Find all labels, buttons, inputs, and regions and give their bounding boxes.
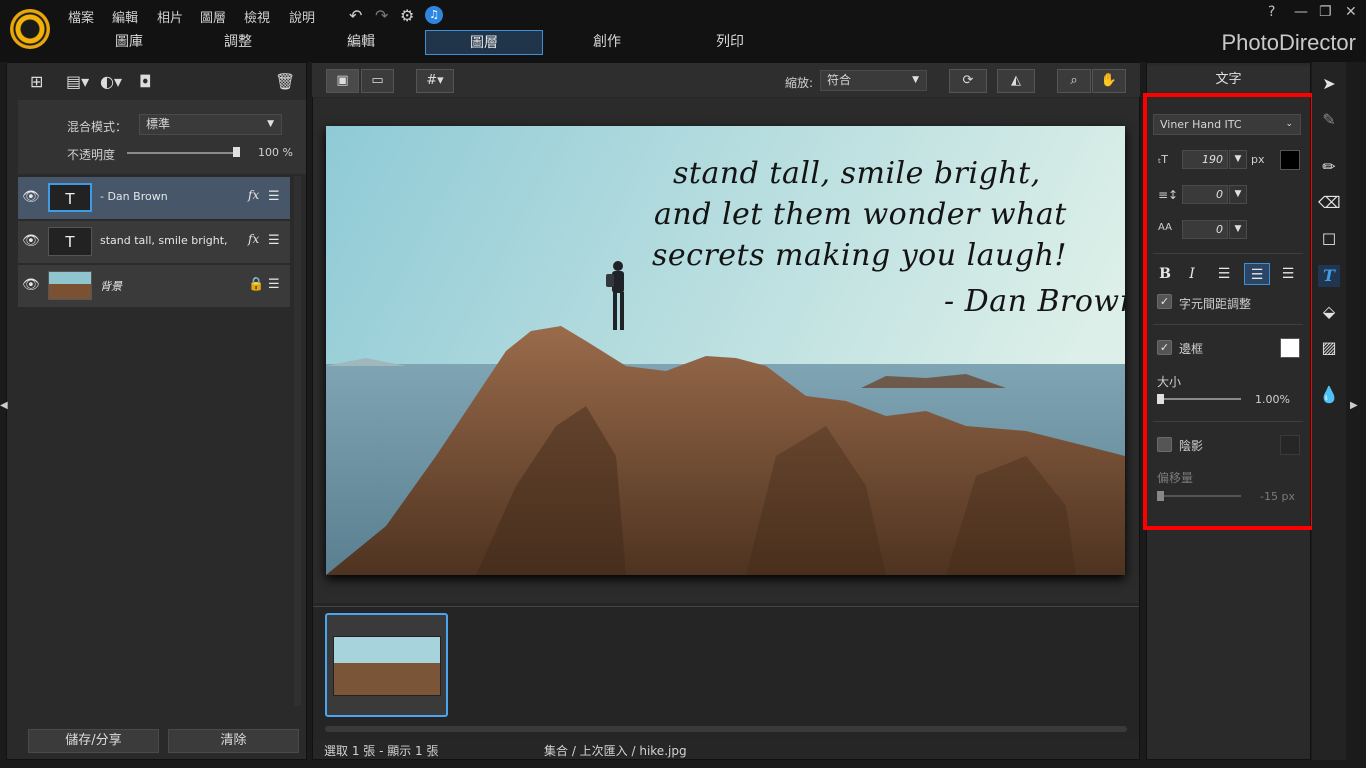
blur-drop-icon[interactable]: 💧 xyxy=(1318,384,1340,406)
help-icon[interactable]: ? xyxy=(1268,4,1275,20)
layer-thumbnail: T xyxy=(48,183,92,212)
add-layer-icon[interactable]: ⊞ xyxy=(30,72,43,91)
zoom-value: 符合 xyxy=(827,73,852,87)
flip-icon[interactable]: ◭ xyxy=(997,69,1035,93)
thumbnail-image xyxy=(333,636,441,696)
highlight-box xyxy=(1143,93,1315,530)
collapse-left-icon[interactable]: ◀ xyxy=(0,400,8,420)
paint-bucket-icon[interactable]: ⬙ xyxy=(1318,301,1340,323)
layer-row-dan-brown[interactable]: 👁 T - Dan Brown fx ☰ xyxy=(18,177,290,219)
quote-line-2: and let them wonder what xyxy=(654,197,1067,232)
opacity-slider[interactable] xyxy=(127,152,237,154)
filmstrip-thumbnail[interactable] xyxy=(325,613,448,717)
quote-line-3: secrets making you laugh! xyxy=(652,238,1067,273)
zoom-tool-icon[interactable]: ⌕ xyxy=(1057,69,1091,93)
menu-layer[interactable]: 圖層 xyxy=(200,7,226,26)
app-logo-icon xyxy=(10,9,50,49)
fx-icon[interactable]: fx xyxy=(248,232,259,246)
fx-icon[interactable]: fx xyxy=(248,188,259,202)
blend-settings xyxy=(18,100,306,174)
filmstrip-scrollbar[interactable] xyxy=(325,726,1127,732)
opacity-slider-knob[interactable] xyxy=(233,147,240,157)
undo-icon[interactable]: ↶ xyxy=(349,6,362,25)
layer-name: stand tall, smile bright, xyxy=(100,234,228,247)
layers-toolbar: ⊞ ▤▾ ◐▾ ◘ 🗑 xyxy=(18,66,306,98)
close-icon[interactable]: ✕ xyxy=(1345,4,1357,20)
single-view-icon[interactable]: ▣ xyxy=(326,69,359,93)
tab-print[interactable]: 列印 xyxy=(671,30,789,55)
settings-gear-icon[interactable]: ⚙ xyxy=(400,6,414,25)
visibility-eye-icon[interactable]: 👁 xyxy=(22,189,40,205)
restore-icon[interactable]: ❐ xyxy=(1319,4,1332,20)
save-share-button[interactable]: 儲存/分享 xyxy=(28,729,159,753)
menu-view[interactable]: 檢視 xyxy=(244,7,270,26)
visibility-eye-icon[interactable]: 👁 xyxy=(22,277,40,293)
hike-photo xyxy=(326,126,1125,575)
clear-button[interactable]: 清除 xyxy=(168,729,299,753)
eraser-icon[interactable]: ⌫ xyxy=(1318,192,1341,214)
rotate-icon[interactable]: ⟳ xyxy=(949,69,987,93)
status-bar: 選取 1 張 - 顯示 1 張 集合 / 上次匯入 / hike.jpg xyxy=(313,740,1139,760)
menu-edit[interactable]: 編輯 xyxy=(112,7,138,26)
minimize-icon[interactable]: — xyxy=(1294,4,1308,20)
background-thumbnail xyxy=(48,271,92,300)
pencil-icon[interactable]: ✏ xyxy=(1318,156,1340,178)
zoom-label: 縮放: xyxy=(785,76,814,90)
layer-name: - Dan Brown xyxy=(100,190,168,203)
notification-icon[interactable]: ♫ xyxy=(425,6,443,24)
brand-name: PhotoDirector xyxy=(1221,30,1356,55)
menu-help[interactable]: 說明 xyxy=(289,7,315,26)
blend-mode-value: 標準 xyxy=(146,117,171,131)
adjustment-layer-icon[interactable]: ◐▾ xyxy=(100,72,122,91)
mask-icon[interactable]: ◘ xyxy=(139,72,152,91)
delete-layer-icon[interactable]: 🗑 xyxy=(275,72,295,91)
layer-settings-icon[interactable]: ☰ xyxy=(268,189,280,204)
layer-menu-icon[interactable]: ▤▾ xyxy=(66,72,89,91)
text-tool-icon[interactable]: T xyxy=(1318,265,1340,287)
zoom-dropdown[interactable]: 符合 ▼ xyxy=(820,70,927,91)
layer-name: 背景 xyxy=(100,280,122,293)
layer-settings-icon[interactable]: ☰ xyxy=(268,233,280,248)
opacity-label: 不透明度 xyxy=(67,148,116,162)
quote-line-author: - Dan Brown xyxy=(944,284,1125,319)
tab-layers[interactable]: 圖層 xyxy=(425,30,543,55)
grid-icon[interactable]: #▾ xyxy=(416,69,454,93)
rectangle-icon[interactable]: ☐ xyxy=(1318,229,1340,251)
quote-line-1: stand tall, smile bright, xyxy=(673,156,1041,191)
tab-adjust[interactable]: 調整 xyxy=(179,30,297,55)
tab-create[interactable]: 創作 xyxy=(548,30,666,55)
lock-icon[interactable]: 🔒 xyxy=(248,277,264,292)
tab-library[interactable]: 圖庫 xyxy=(70,30,188,55)
visibility-eye-icon[interactable]: 👁 xyxy=(22,233,40,249)
blend-mode-label: 混合模式： xyxy=(67,120,128,134)
chevron-down-icon: ▼ xyxy=(912,75,919,85)
layer-thumbnail: T xyxy=(48,227,92,256)
redo-icon[interactable]: ↷ xyxy=(375,6,388,25)
menu-photo[interactable]: 相片 xyxy=(157,7,183,26)
layer-row-background[interactable]: 👁 背景 🔒 ☰ xyxy=(18,265,290,307)
compare-view-icon[interactable]: ▭ xyxy=(361,69,394,93)
collapse-right-icon[interactable]: ▶ xyxy=(1350,400,1358,411)
layers-scrollbar[interactable] xyxy=(294,176,301,706)
select-arrow-icon[interactable]: ➤ xyxy=(1318,73,1340,95)
chevron-down-icon: ▼ xyxy=(267,119,274,129)
file-path: 集合 / 上次匯入 / hike.jpg xyxy=(544,744,687,758)
layer-settings-icon[interactable]: ☰ xyxy=(268,277,280,292)
selection-status: 選取 1 張 - 顯示 1 張 xyxy=(324,744,439,758)
blend-mode-dropdown[interactable]: 標準 ▼ xyxy=(139,114,282,135)
tab-edit[interactable]: 編輯 xyxy=(302,30,420,55)
pan-hand-icon[interactable]: ✋ xyxy=(1092,69,1126,93)
text-panel-title: 文字 xyxy=(1147,66,1310,94)
brush-stamp-icon[interactable]: ✎ xyxy=(1318,109,1340,131)
gradient-icon[interactable]: ▨ xyxy=(1318,337,1340,359)
photo-canvas[interactable]: stand tall, smile bright, and let them w… xyxy=(326,126,1125,575)
opacity-value: 100 % xyxy=(258,146,293,159)
layer-row-quote[interactable]: 👁 T stand tall, smile bright, fx ☰ xyxy=(18,221,290,263)
menu-file[interactable]: 檔案 xyxy=(68,7,94,26)
